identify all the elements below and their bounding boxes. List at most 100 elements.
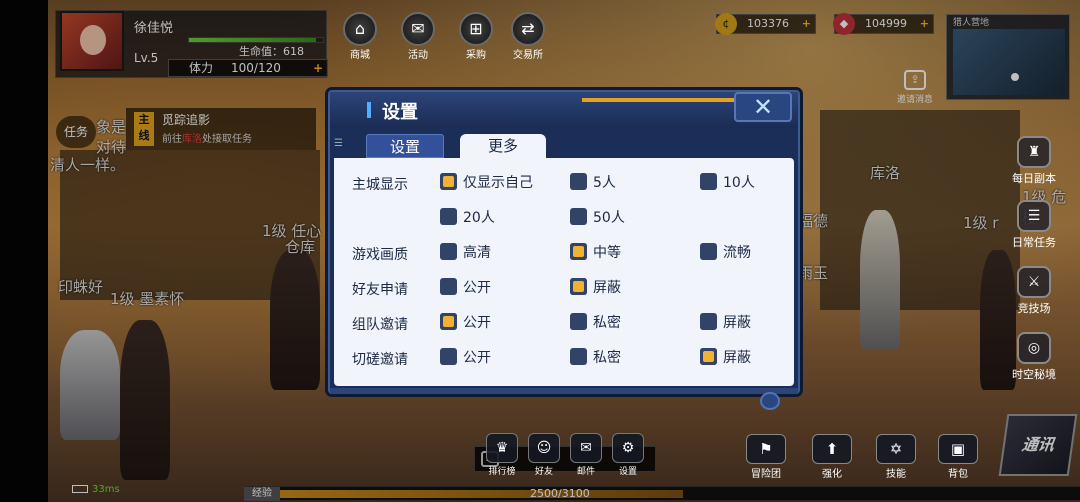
setting-option[interactable]: 私密 bbox=[570, 312, 621, 334]
cart-icon: ⊞ bbox=[459, 12, 493, 46]
friends-icon: ☺ bbox=[528, 433, 560, 463]
setting-option[interactable]: 5人 bbox=[570, 172, 616, 194]
checkbox[interactable] bbox=[440, 277, 457, 295]
bottom-button-label: 邮件 bbox=[576, 467, 595, 477]
bottom-button-label: 技能 bbox=[886, 469, 906, 480]
checkbox[interactable] bbox=[700, 312, 717, 330]
bottom-upgrade-button[interactable]: ⬆ 强化 bbox=[806, 434, 858, 480]
checkbox[interactable] bbox=[570, 242, 587, 260]
setting-option[interactable]: 私密 bbox=[570, 347, 621, 369]
dungeon-icon: ♜ bbox=[1017, 136, 1051, 168]
tab-more[interactable]: 更多 bbox=[460, 134, 546, 158]
bottom-friends-button[interactable]: ☺ 好友 bbox=[524, 433, 564, 477]
checkbox[interactable] bbox=[440, 312, 457, 330]
option-label: 公开 bbox=[463, 350, 491, 366]
dialog-header: 设置 bbox=[330, 92, 798, 128]
top-menu-gift-button[interactable]: ✉ 活动 bbox=[396, 12, 440, 61]
side-dungeon-button[interactable]: ♜ 每日副本 bbox=[1007, 136, 1061, 188]
setting-option[interactable]: 屏蔽 bbox=[570, 277, 621, 299]
setting-row-label: 主城显示 bbox=[352, 177, 408, 193]
side-arena-button[interactable]: ⚔ 竞技场 bbox=[1007, 266, 1061, 318]
top-menu-cart-button[interactable]: ⊞ 采购 bbox=[454, 12, 498, 61]
option-label: 公开 bbox=[463, 280, 491, 296]
setting-option[interactable]: 10人 bbox=[700, 172, 755, 194]
side-button-label: 日常任务 bbox=[1012, 236, 1056, 249]
checkbox[interactable] bbox=[440, 242, 457, 260]
option-label: 私密 bbox=[593, 315, 621, 331]
bottom-skill-button[interactable]: ✡ 技能 bbox=[870, 434, 922, 480]
checkbox[interactable] bbox=[570, 312, 587, 330]
checkbox[interactable] bbox=[440, 207, 457, 225]
setting-option[interactable]: 公开 bbox=[440, 312, 491, 334]
checkbox[interactable] bbox=[700, 242, 717, 260]
bottom-settings-button[interactable]: ⚙ 设置 bbox=[608, 433, 648, 477]
bag-icon: ▣ bbox=[938, 434, 978, 464]
bottom-guild-button[interactable]: ⚑ 冒险团 bbox=[740, 434, 792, 480]
bottom-ranking-button[interactable]: ♛ 排行榜 bbox=[482, 433, 522, 477]
option-label: 仅显示自己 bbox=[463, 175, 533, 191]
checkbox[interactable] bbox=[440, 172, 457, 190]
bottom-bag-button[interactable]: ▣ 背包 bbox=[932, 434, 984, 480]
checkbox[interactable] bbox=[700, 347, 717, 365]
arena-icon: ⚔ bbox=[1017, 266, 1051, 298]
shop-icon: ⌂ bbox=[343, 12, 377, 46]
checkbox[interactable] bbox=[570, 172, 587, 190]
bottom-button-label: 强化 bbox=[822, 469, 842, 480]
settings-tabs: ☰ 设置 更多 bbox=[332, 132, 796, 158]
setting-option[interactable]: 仅显示自己 bbox=[440, 172, 533, 194]
setting-row-label: 切磋邀请 bbox=[352, 352, 408, 368]
setting-row-label: 组队邀请 bbox=[352, 317, 408, 333]
top-menu-label: 采购 bbox=[466, 50, 486, 61]
top-menu-label: 商城 bbox=[350, 50, 370, 61]
setting-option[interactable]: 50人 bbox=[570, 207, 625, 229]
option-label: 10人 bbox=[723, 175, 755, 191]
title-accent bbox=[367, 102, 371, 118]
close-button[interactable]: ✕ bbox=[734, 92, 792, 122]
dialog-footer bbox=[330, 388, 798, 394]
checkbox[interactable] bbox=[570, 347, 587, 365]
bottom-mail-button[interactable]: ✉ 邮件 bbox=[566, 433, 606, 477]
gift-icon: ✉ bbox=[401, 12, 435, 46]
bottom-button-label: 冒险团 bbox=[751, 469, 781, 480]
setting-option[interactable]: 中等 bbox=[570, 242, 621, 264]
ranking-icon: ♛ bbox=[486, 433, 518, 463]
settings-icon: ⚙ bbox=[612, 433, 644, 463]
guild-icon: ⚑ bbox=[746, 434, 786, 464]
menu-icon: ☰ bbox=[334, 138, 343, 149]
top-menu-exchange-button[interactable]: ⇄ 交易所 bbox=[506, 12, 550, 61]
option-label: 高清 bbox=[463, 245, 491, 261]
task-icon: ☰ bbox=[1017, 200, 1051, 232]
side-button-label: 竞技场 bbox=[1017, 302, 1051, 315]
setting-option[interactable]: 公开 bbox=[440, 277, 491, 299]
setting-option[interactable]: 屏蔽 bbox=[700, 347, 751, 369]
game-screen: 印蛛好 1级 墨素怀 库洛 1级 危楼 福德 雨玉 1级 任心 仓库 象是 对待… bbox=[0, 0, 1080, 502]
option-label: 流畅 bbox=[723, 245, 751, 261]
option-label: 屏蔽 bbox=[723, 315, 751, 331]
exchange-icon: ⇄ bbox=[511, 12, 545, 46]
setting-option[interactable]: 高清 bbox=[440, 242, 491, 264]
footer-decoration bbox=[760, 392, 780, 410]
bottom-button-label: 好友 bbox=[534, 467, 553, 477]
bottom-button-label: 背包 bbox=[948, 469, 968, 480]
top-menu-shop-button[interactable]: ⌂ 商城 bbox=[338, 12, 382, 61]
setting-option[interactable]: 屏蔽 bbox=[700, 312, 751, 334]
setting-option[interactable]: 流畅 bbox=[700, 242, 751, 264]
mail-icon: ✉ bbox=[570, 433, 602, 463]
bottom-button-label: 设置 bbox=[618, 467, 637, 477]
checkbox[interactable] bbox=[570, 207, 587, 225]
checkbox[interactable] bbox=[700, 172, 717, 190]
setting-row-label: 游戏画质 bbox=[352, 247, 408, 263]
side-task-button[interactable]: ☰ 日常任务 bbox=[1007, 200, 1061, 252]
checkbox[interactable] bbox=[570, 277, 587, 295]
tab-settings[interactable]: 设置 bbox=[366, 134, 444, 158]
checkbox[interactable] bbox=[440, 347, 457, 365]
setting-option[interactable]: 公开 bbox=[440, 347, 491, 369]
settings-panel: 主城显示 仅显示自己 5人 10人 20人 50人 游戏画质 高清 中等 流畅 好友申请 公开 屏蔽 组队… bbox=[334, 158, 794, 386]
setting-row-label: 好友申请 bbox=[352, 282, 408, 298]
top-menu-label: 交易所 bbox=[513, 50, 543, 61]
side-vortex-button[interactable]: ◎ 时空秘境 bbox=[1007, 332, 1061, 384]
upgrade-icon: ⬆ bbox=[812, 434, 852, 464]
side-button-label: 每日副本 bbox=[1012, 172, 1056, 185]
setting-option[interactable]: 20人 bbox=[440, 207, 495, 229]
skill-icon: ✡ bbox=[876, 434, 916, 464]
